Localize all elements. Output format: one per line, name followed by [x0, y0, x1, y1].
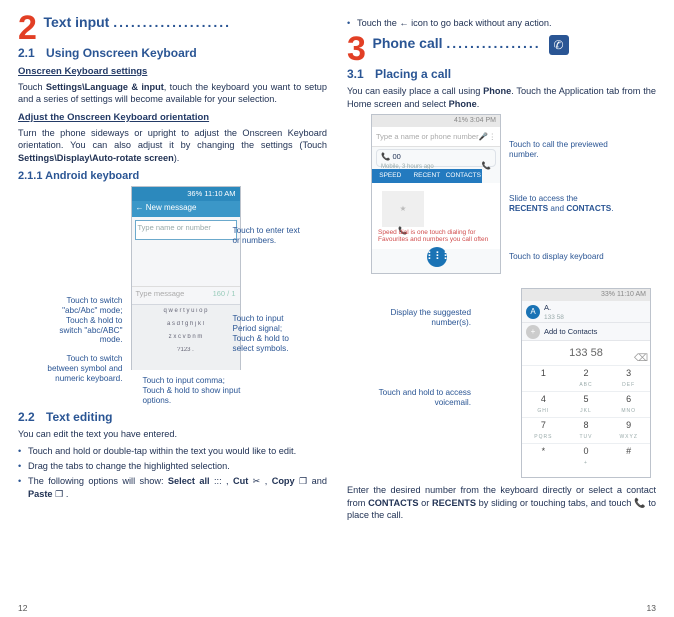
heading-number: 3.1: [347, 67, 364, 81]
section-number: 2: [18, 14, 37, 42]
dial-key[interactable]: 8TUV: [565, 417, 608, 443]
status-bar: 36% 11:10 AM: [132, 187, 240, 201]
callout-abc-mode: Touch to switch "abc/Abc" mode; Touch & …: [43, 296, 123, 345]
callout-symbol-numeric: Touch to switch between symbol and numer…: [43, 354, 123, 384]
dial-key[interactable]: *: [522, 443, 565, 469]
para-text-editing: You can edit the text you have entered.: [18, 428, 327, 440]
dial-key[interactable]: 9WXYZ: [607, 417, 650, 443]
dial-key[interactable]: 4GHI: [522, 391, 565, 417]
callout-voicemail: Touch and hold to access voicemail.: [371, 388, 471, 408]
status-bar: 41% 3:04 PM: [372, 115, 500, 127]
subheading-keyboard-settings: Onscreen Keyboard settings: [18, 66, 327, 77]
page-12: 2 Text input .................... 2.1 Us…: [0, 0, 337, 617]
text-editing-list: Touch and hold or double-tap within the …: [18, 445, 327, 501]
add-to-contacts[interactable]: + Add to Contacts: [522, 323, 650, 341]
onscreen-keyboard[interactable]: q w e r t y u i o p a s d f g h j k l z …: [132, 304, 240, 370]
list-item: Drag the tabs to change the highlighted …: [18, 460, 327, 472]
figure-phone-app: 41% 3:04 PM Type a name or phone number🎤…: [371, 114, 651, 284]
screen-title: ← New message: [132, 201, 240, 217]
phone-tabs[interactable]: SPEED DIAL RECENT CONTACTS: [372, 169, 482, 183]
section-title: Phone call ................: [372, 35, 544, 51]
search-field[interactable]: Type a name or phone number🎤⋮: [372, 127, 500, 147]
dial-key[interactable]: 6MNO: [607, 391, 650, 417]
figure-android-keyboard: 36% 11:10 AM ← New message Type name or …: [43, 186, 303, 406]
backspace-icon[interactable]: ⌫: [634, 347, 646, 359]
person-add-icon: +: [526, 325, 540, 339]
mic-icon[interactable]: 🎤: [479, 132, 488, 141]
dial-pad[interactable]: 12ABC3DEF 4GHI5JKL6MNO 7PQRS8TUV9WXYZ *0+#: [522, 365, 650, 471]
figure-dialer: Display the suggested number(s). Touch a…: [371, 288, 651, 478]
para-placing-call: You can easily place a call using Phone.…: [347, 85, 656, 110]
call-icon[interactable]: 📞: [482, 161, 491, 170]
para-enter-number: Enter the desired number from the keyboa…: [347, 484, 656, 521]
heading-text: Android keyboard: [45, 170, 139, 182]
screenshot-phone: 41% 3:04 PM Type a name or phone number🎤…: [371, 114, 501, 274]
dial-key[interactable]: 2ABC: [565, 365, 608, 391]
dial-key[interactable]: #: [607, 443, 650, 469]
page-13: Touch the ← icon to go back without any …: [337, 0, 674, 617]
screenshot-dialer: 33% 11:10 AM A A. 133 58 + Add to Contac…: [521, 288, 651, 478]
tab-speed-dial[interactable]: SPEED DIAL: [372, 169, 409, 183]
avatar: A: [526, 305, 540, 319]
heading-2-2: 2.2 Text editing: [18, 410, 327, 424]
heading-text: Placing a call: [375, 67, 451, 81]
heading-3-1: 3.1 Placing a call: [347, 67, 656, 81]
speed-dial-body: ★📞 Speed dial is one touch dialing for F…: [372, 183, 500, 249]
dial-key[interactable]: 7PQRS: [522, 417, 565, 443]
list-item: Touch and hold or double-tap within the …: [18, 445, 327, 457]
dial-key[interactable]: 3DEF: [607, 365, 650, 391]
section-number: 3: [347, 35, 366, 63]
message-field[interactable]: 160 / 1 Type message: [132, 286, 240, 304]
dialed-number: 133 58 ⌫: [522, 341, 650, 365]
section-header-2: 2 Text input ....................: [18, 14, 327, 42]
heading-2-1: 2.1 Using Onscreen Keyboard: [18, 46, 327, 60]
heading-number: 2.1.1: [18, 170, 42, 182]
callout-suggested-number: Display the suggested number(s).: [371, 308, 471, 328]
section-title: Text input ....................: [43, 14, 231, 30]
dialpad-button[interactable]: ⠇⠇⠇: [427, 247, 447, 267]
dial-key[interactable]: 5JKL: [565, 391, 608, 417]
para-settings-language: Touch Settings\Language & input, touch t…: [18, 81, 327, 106]
page-number: 13: [647, 603, 656, 613]
callout-period: Touch to input Period signal; Touch & ho…: [233, 314, 303, 353]
suggested-contact[interactable]: A A. 133 58: [522, 301, 650, 323]
heading-text: Using Onscreen Keyboard: [46, 46, 197, 60]
dial-key[interactable]: 0+: [565, 443, 608, 469]
tab-recent[interactable]: RECENT: [409, 169, 446, 183]
status-bar: 33% 11:10 AM: [522, 289, 650, 301]
heading-number: 2.1: [18, 46, 35, 60]
tab-contacts[interactable]: CONTACTS: [445, 169, 482, 183]
recipient-field[interactable]: Type name or number: [135, 220, 237, 240]
list-item-back: Touch the ← icon to go back without any …: [347, 17, 656, 29]
callout-display-keyboard: Touch to display keyboard: [509, 252, 609, 262]
screenshot-new-message: 36% 11:10 AM ← New message Type name or …: [131, 186, 241, 370]
para-orientation: Turn the phone sideways or upright to ad…: [18, 127, 327, 164]
subheading-orientation: Adjust the Onscreen Keyboard orientation: [18, 112, 327, 123]
callout-call-previewed: Touch to call the previewed number.: [509, 140, 609, 160]
heading-text: Text editing: [46, 410, 112, 424]
heading-2-1-1: 2.1.1 Android keyboard: [18, 170, 327, 182]
section-header-3: 3 Phone call ................ ✆: [347, 35, 656, 63]
callout-enter-text: Touch to enter text or numbers.: [233, 226, 303, 246]
callout-comma: Touch to input comma; Touch & hold to sh…: [143, 376, 253, 406]
phone-icon: ✆: [549, 35, 569, 55]
list-item: The following options will show: Select …: [18, 475, 327, 500]
dial-key[interactable]: 1: [522, 365, 565, 391]
callout-slide-recents: Slide to access the RECENTS and CONTACTS…: [509, 194, 619, 214]
heading-number: 2.2: [18, 410, 35, 424]
suggested-number[interactable]: 📞 00 Mobile, 3 hours ago 📞: [376, 149, 496, 167]
call-icon[interactable]: 📞: [381, 152, 390, 161]
page-number: 12: [18, 603, 27, 613]
